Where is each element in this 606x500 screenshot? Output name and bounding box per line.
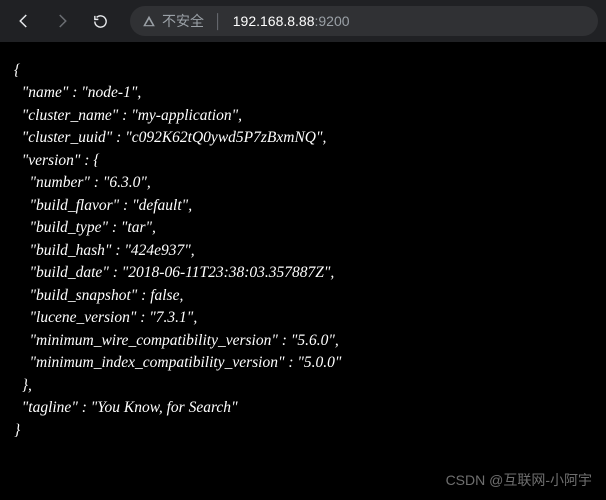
json-version-number: 6.3.0 [109, 174, 140, 191]
browser-toolbar: 不安全 │ 192.168.8.88:9200 [0, 0, 606, 42]
json-build-date: 2018-06-11T23:38:03.357887Z [128, 264, 324, 281]
json-name: node-1 [88, 84, 131, 101]
insecure-label: 不安全 [162, 11, 204, 31]
arrow-right-icon [53, 12, 71, 30]
forward-button[interactable] [46, 5, 78, 37]
insecure-badge: 不安全 [142, 11, 204, 31]
url-display: 192.168.8.88:9200 [233, 13, 350, 29]
watermark-text: CSDN @互联网-小阿宇 [446, 470, 592, 490]
json-min-wire: 5.6.0 [297, 332, 328, 349]
json-build-hash: 424e937 [131, 242, 184, 259]
response-body: { "name" : "node-1", "cluster_name" : "m… [0, 42, 606, 460]
json-build-type: tar [127, 219, 145, 236]
arrow-left-icon [15, 12, 33, 30]
json-build-flavor: default [139, 197, 182, 214]
address-bar[interactable]: 不安全 │ 192.168.8.88:9200 [130, 6, 598, 36]
reload-icon [92, 13, 109, 30]
url-host: 192.168.8.88 [233, 13, 315, 29]
reload-button[interactable] [84, 5, 116, 37]
url-port: :9200 [315, 13, 350, 29]
json-lucene-version: 7.3.1 [156, 309, 187, 326]
json-tagline: You Know, for Search [97, 399, 231, 416]
warning-triangle-icon [142, 14, 156, 28]
json-build-snapshot: false [150, 287, 179, 304]
back-button[interactable] [8, 5, 40, 37]
json-cluster-uuid: c092K62tQ0ywd5P7zBxmNQ [132, 129, 316, 146]
json-min-index: 5.0.0 [304, 354, 335, 371]
address-divider: │ [214, 13, 223, 29]
json-cluster-name: my-application [138, 107, 232, 124]
